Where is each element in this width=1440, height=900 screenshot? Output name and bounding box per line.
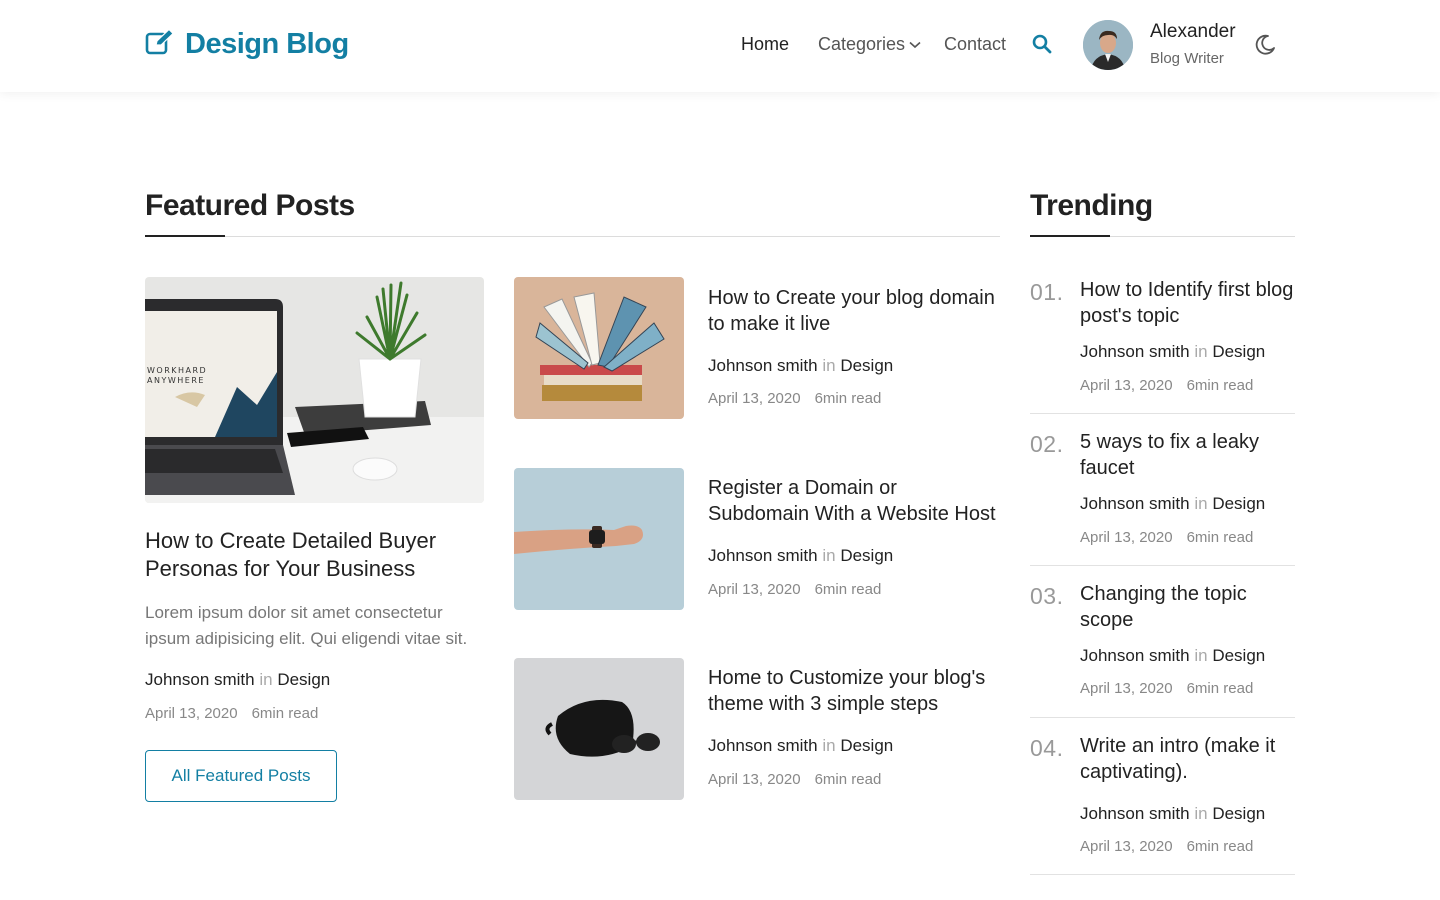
trending-title[interactable]: Changing the topic scope — [1080, 581, 1298, 633]
post-title[interactable]: Home to Customize your blog's theme with… — [708, 665, 1000, 717]
featured-main-meta: Johnson smith in Design — [145, 670, 330, 690]
meta-in: in — [259, 670, 273, 689]
user-role: Blog Writer — [1150, 50, 1224, 67]
post-date-line: April 13, 2020 6min read — [708, 771, 881, 788]
category-link[interactable]: Design — [1212, 804, 1265, 823]
read-time: 6min read — [1186, 377, 1254, 394]
meta-in: in — [1194, 646, 1208, 665]
category-link[interactable]: Design — [1212, 494, 1265, 513]
meta-in: in — [1194, 494, 1208, 513]
trending-divider-line — [1030, 565, 1295, 566]
featured-divider — [145, 236, 1000, 237]
category-link[interactable]: Design — [840, 356, 893, 375]
post-date: April 13, 2020 — [1080, 838, 1173, 855]
trending-meta: Johnson smith in Design — [1080, 646, 1265, 666]
author-link[interactable]: Johnson smith — [1080, 494, 1190, 513]
laptop-screen-text: WORKHARD ANYWHERE — [147, 366, 207, 385]
read-time: 6min read — [814, 390, 882, 407]
post-date: April 13, 2020 — [708, 771, 801, 788]
author-link[interactable]: Johnson smith — [708, 356, 818, 375]
all-featured-posts-button[interactable]: All Featured Posts — [145, 750, 337, 802]
post-meta: Johnson smith in Design — [708, 736, 893, 756]
trending-divider-line — [1030, 413, 1295, 414]
nav-contact[interactable]: Contact — [944, 34, 1006, 55]
trending-number: 03. — [1030, 583, 1064, 609]
featured-main-excerpt: Lorem ipsum dolor sit amet consectetur i… — [145, 603, 468, 648]
trending-title[interactable]: 5 ways to fix a leaky faucet — [1080, 429, 1298, 481]
logo-text: Design Blog — [185, 28, 349, 60]
chevron-down-icon — [909, 41, 921, 49]
nav-categories[interactable]: Categories — [818, 34, 921, 55]
user-name: Alexander — [1150, 21, 1236, 42]
trending-divider-accent — [1030, 235, 1110, 237]
meta-in: in — [1194, 342, 1208, 361]
moon-icon[interactable] — [1253, 33, 1277, 62]
author-link[interactable]: Johnson smith — [145, 670, 255, 689]
trending-number: 04. — [1030, 735, 1064, 761]
post-date: April 13, 2020 — [1080, 529, 1173, 546]
trending-title[interactable]: How to Identify first blog post's topic — [1080, 277, 1298, 329]
trending-number: 02. — [1030, 431, 1064, 457]
category-link[interactable]: Design — [1212, 646, 1265, 665]
post-date-line: April 13, 2020 6min read — [708, 390, 881, 407]
read-time: 6min read — [1186, 838, 1254, 855]
meta-in: in — [822, 546, 836, 565]
featured-main-date-line: April 13, 2020 6min read — [145, 705, 318, 722]
post-thumbnail-watch[interactable] — [514, 468, 684, 610]
post-title[interactable]: Register a Domain or Subdomain With a We… — [708, 475, 1000, 527]
post-date-line: April 13, 2020 6min read — [708, 581, 881, 598]
trending-number: 01. — [1030, 279, 1064, 305]
trending-date-line: April 13, 2020 6min read — [1080, 838, 1253, 855]
site-logo[interactable]: Design Blog — [145, 28, 349, 61]
category-link[interactable]: Design — [1212, 342, 1265, 361]
read-time: 6min read — [1186, 529, 1254, 546]
author-link[interactable]: Johnson smith — [1080, 342, 1190, 361]
post-date: April 13, 2020 — [1080, 377, 1173, 394]
read-time: 6min read — [814, 581, 882, 598]
post-date: April 13, 2020 — [145, 705, 238, 722]
avatar[interactable] — [1083, 20, 1133, 70]
read-time: 6min read — [251, 705, 319, 722]
site-header: Design Blog Home Categories Contact Alex… — [0, 0, 1440, 92]
post-meta: Johnson smith in Design — [708, 546, 893, 566]
trending-meta: Johnson smith in Design — [1080, 342, 1265, 362]
category-link[interactable]: Design — [277, 670, 330, 689]
trending-date-line: April 13, 2020 6min read — [1080, 377, 1253, 394]
search-icon[interactable] — [1032, 34, 1052, 59]
trending-meta: Johnson smith in Design — [1080, 494, 1265, 514]
trending-section-title: Trending — [1030, 189, 1153, 222]
featured-divider-accent — [145, 235, 225, 237]
category-link[interactable]: Design — [840, 736, 893, 755]
featured-section-title: Featured Posts — [145, 189, 355, 222]
post-thumbnail-bag[interactable] — [514, 658, 684, 800]
trending-date-line: April 13, 2020 6min read — [1080, 680, 1253, 697]
post-date: April 13, 2020 — [708, 390, 801, 407]
post-meta: Johnson smith in Design — [708, 356, 893, 376]
meta-in: in — [822, 736, 836, 755]
trending-divider-line — [1030, 717, 1295, 718]
post-date: April 13, 2020 — [708, 581, 801, 598]
nav-home[interactable]: Home — [741, 34, 789, 55]
trending-title[interactable]: Write an intro (make it captivating). — [1080, 733, 1298, 785]
meta-in: in — [1194, 804, 1208, 823]
edit-icon — [145, 28, 175, 61]
trending-date-line: April 13, 2020 6min read — [1080, 529, 1253, 546]
read-time: 6min read — [814, 771, 882, 788]
post-title[interactable]: How to Create your blog domain to make i… — [708, 285, 1000, 337]
featured-main-title[interactable]: How to Create Detailed Buyer Personas fo… — [145, 527, 475, 583]
author-link[interactable]: Johnson smith — [1080, 646, 1190, 665]
nav-categories-label: Categories — [818, 34, 906, 54]
read-time: 6min read — [1186, 680, 1254, 697]
author-link[interactable]: Johnson smith — [1080, 804, 1190, 823]
author-link[interactable]: Johnson smith — [708, 546, 818, 565]
trending-divider-line — [1030, 874, 1295, 875]
category-link[interactable]: Design — [840, 546, 893, 565]
post-date: April 13, 2020 — [1080, 680, 1173, 697]
meta-in: in — [822, 356, 836, 375]
post-thumbnail-books[interactable] — [514, 277, 684, 419]
featured-main-image[interactable]: WORKHARD ANYWHERE — [145, 277, 484, 503]
trending-meta: Johnson smith in Design — [1080, 804, 1265, 824]
author-link[interactable]: Johnson smith — [708, 736, 818, 755]
